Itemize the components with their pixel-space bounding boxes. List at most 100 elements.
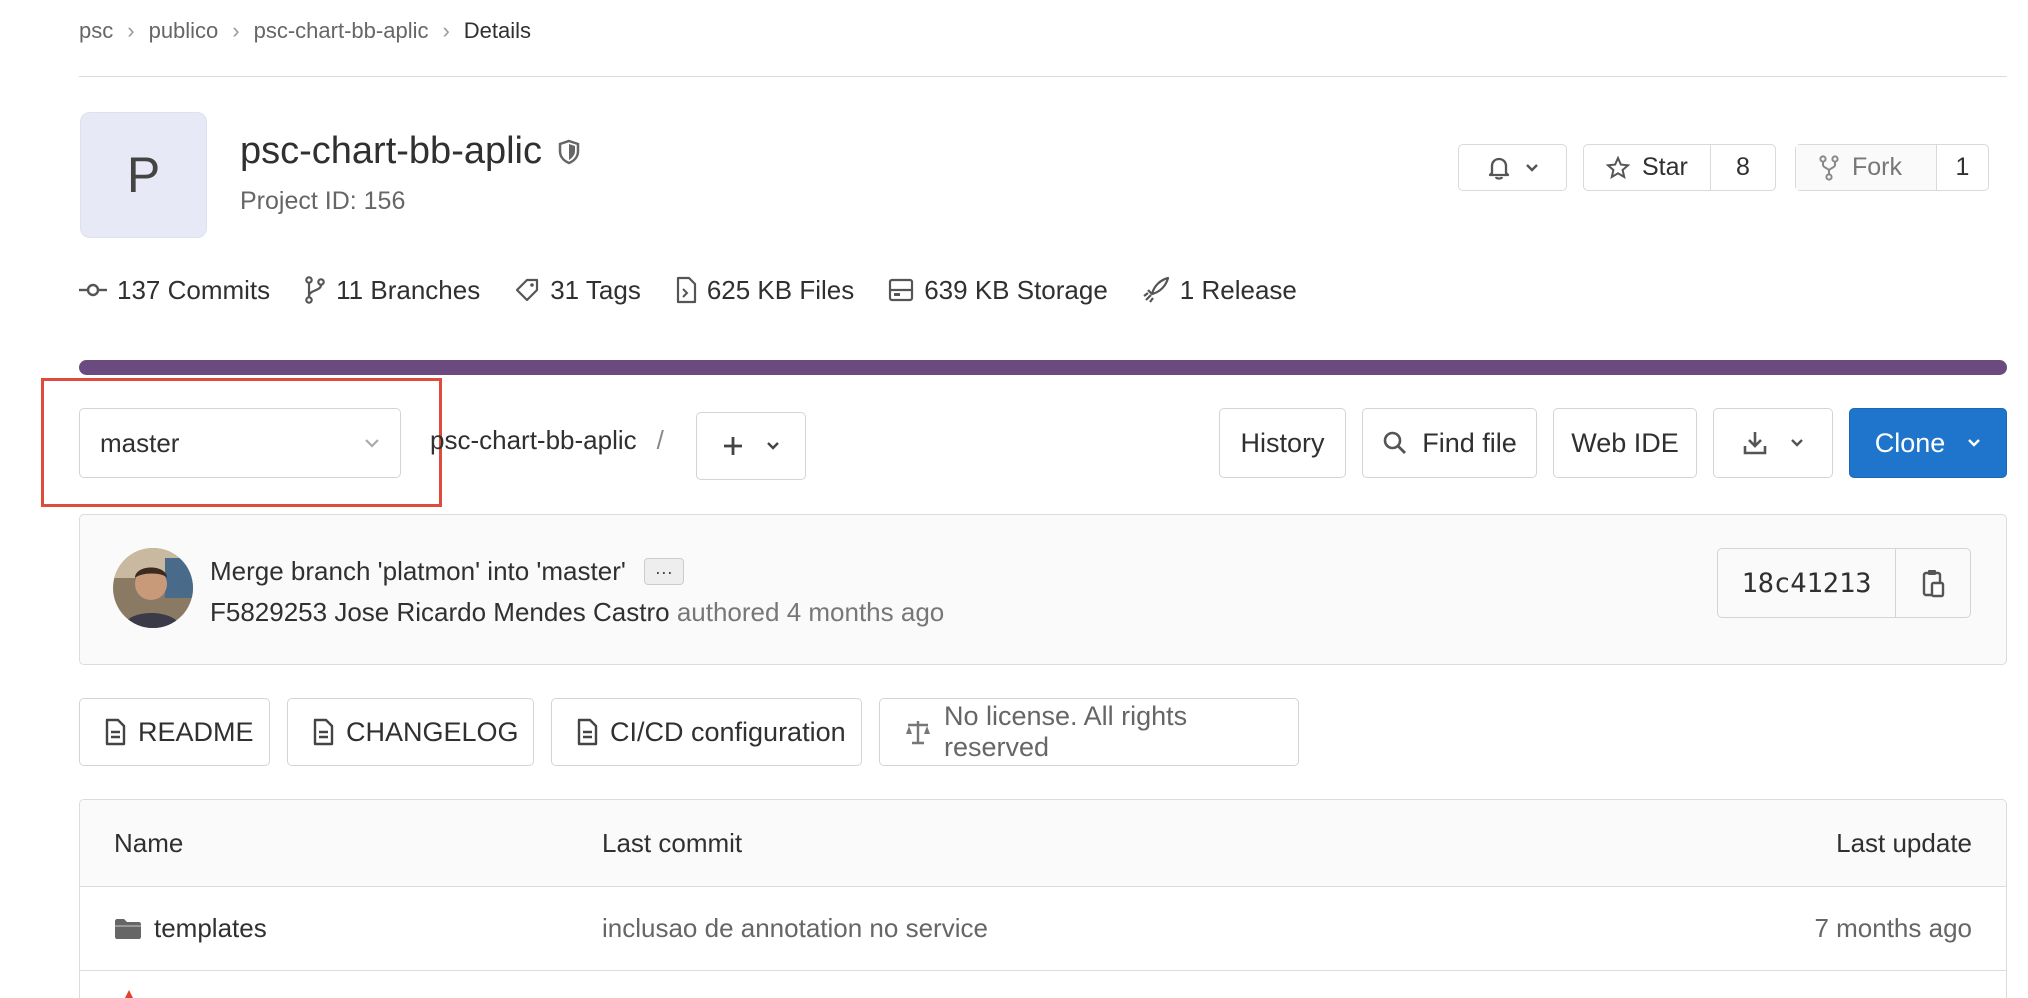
- file-type-icon: [118, 984, 140, 998]
- readme-button[interactable]: README: [79, 698, 270, 766]
- file-last-commit[interactable]: inclusao de annotation no service: [602, 913, 988, 944]
- column-header-name: Name: [114, 827, 184, 858]
- commit-author[interactable]: F5829253 Jose Ricardo Mendes Castro: [210, 597, 670, 627]
- breadcrumb-link-psc[interactable]: psc: [79, 18, 113, 44]
- project-id: Project ID: 156: [240, 187, 406, 215]
- chevron-right-icon: ›: [127, 18, 135, 43]
- star-label-area[interactable]: Star: [1584, 145, 1711, 190]
- breadcrumb-link-project[interactable]: psc-chart-bb-aplic: [254, 18, 429, 44]
- copy-sha-button[interactable]: [1896, 549, 1970, 617]
- breadcrumb: psc › publico › psc-chart-bb-aplic › Det…: [79, 14, 531, 48]
- commit-sha-group: 18c41213: [1717, 548, 1971, 618]
- highlight-box: [41, 378, 442, 507]
- web-ide-button[interactable]: Web IDE: [1553, 408, 1697, 478]
- clipboard-icon: [1921, 568, 1945, 598]
- chevron-down-icon: [1790, 438, 1804, 448]
- chevron-down-icon: [1525, 163, 1539, 173]
- chevron-right-icon: ›: [232, 18, 240, 43]
- fork-count[interactable]: 1: [1937, 153, 1988, 182]
- add-file-dropdown[interactable]: [696, 412, 806, 480]
- find-file-label: Find file: [1422, 427, 1517, 458]
- find-file-button[interactable]: Find file: [1362, 408, 1537, 478]
- star-count[interactable]: 8: [1711, 153, 1775, 182]
- stat-files[interactable]: 625 KB Files: [675, 275, 854, 306]
- chevron-down-icon: [766, 441, 780, 451]
- stat-files-label: 625 KB Files: [706, 274, 855, 305]
- table-row[interactable]: [80, 972, 2006, 998]
- history-button[interactable]: History: [1219, 408, 1346, 478]
- star-button[interactable]: Star 8: [1583, 144, 1776, 191]
- cicd-label: CI/CD configuration: [610, 716, 846, 747]
- breadcrumb-current[interactable]: Details: [464, 18, 531, 44]
- stat-releases-label: 1 Release: [1179, 274, 1297, 305]
- path-separator: /: [656, 425, 664, 455]
- stat-storage[interactable]: 639 KB Storage: [888, 275, 1108, 306]
- divider: [79, 76, 2007, 77]
- commit-icon: [79, 281, 107, 299]
- document-icon: [312, 718, 334, 746]
- fork-button[interactable]: Fork 1: [1795, 144, 1989, 191]
- license-button[interactable]: No license. All rights reserved: [879, 698, 1299, 766]
- download-icon: [1742, 430, 1768, 456]
- avatar[interactable]: [113, 548, 193, 628]
- commit-title[interactable]: Merge branch 'platmon' into 'master': [210, 556, 626, 587]
- file-icon: [675, 276, 697, 304]
- shield-icon: [558, 139, 580, 165]
- commit-message-row: Merge branch 'platmon' into 'master' ···: [210, 556, 684, 587]
- document-icon: [104, 718, 126, 746]
- download-dropdown[interactable]: [1713, 408, 1833, 478]
- column-header-last-update: Last update: [1836, 827, 1972, 858]
- fork-icon: [1818, 154, 1840, 181]
- table-row[interactable]: templates inclusao de annotation no serv…: [80, 887, 2006, 971]
- star-label: Star: [1642, 153, 1688, 181]
- chevron-right-icon: ›: [442, 18, 450, 43]
- branch-icon: [304, 276, 326, 304]
- bell-icon: [1487, 155, 1511, 181]
- column-header-last-commit: Last commit: [602, 827, 743, 858]
- breadcrumb-link-publico[interactable]: publico: [149, 18, 219, 44]
- project-name: psc-chart-bb-aplic: [240, 130, 542, 172]
- expand-commit-button[interactable]: ···: [643, 558, 684, 585]
- table-header: Name Last commit Last update: [80, 800, 2006, 887]
- stat-releases[interactable]: 1 Release: [1142, 275, 1297, 306]
- file-name-cell[interactable]: templates: [114, 913, 267, 944]
- file-table: Name Last commit Last update templates i…: [79, 799, 2007, 998]
- stat-branches[interactable]: 11 Branches: [304, 275, 480, 306]
- plus-icon: [722, 435, 744, 457]
- project-avatar-letter: P: [126, 147, 161, 203]
- document-icon: [576, 718, 598, 746]
- license-label: No license. All rights reserved: [944, 701, 1188, 762]
- page-title: psc-chart-bb-aplic: [240, 130, 580, 173]
- repo-path: psc-chart-bb-aplic /: [430, 425, 664, 456]
- file-last-update: 7 months ago: [1814, 913, 1972, 943]
- clone-button[interactable]: Clone: [1849, 408, 2007, 478]
- clone-label: Clone: [1874, 427, 1946, 458]
- path-root[interactable]: psc-chart-bb-aplic: [430, 425, 637, 456]
- scale-icon: [904, 718, 932, 746]
- commit-sha[interactable]: 18c41213: [1718, 549, 1896, 617]
- storage-icon: [888, 278, 914, 302]
- project-avatar[interactable]: P: [80, 112, 207, 238]
- stat-tags-label: 31 Tags: [550, 274, 641, 305]
- readme-label: README: [138, 716, 254, 747]
- stat-tags[interactable]: 31 Tags: [514, 275, 641, 306]
- stat-commits[interactable]: 137 Commits: [79, 275, 270, 306]
- cicd-config-button[interactable]: CI/CD configuration: [551, 698, 862, 766]
- stat-commits-label: 137 Commits: [117, 274, 271, 305]
- stat-branches-label: 11 Branches: [336, 274, 481, 305]
- web-ide-label: Web IDE: [1571, 427, 1679, 458]
- chevron-down-icon: [1967, 438, 1981, 448]
- folder-icon: [114, 918, 142, 940]
- fork-label-area[interactable]: Fork: [1796, 145, 1937, 190]
- project-stats: 137 Commits 11 Branches 31 Tags 625 KB F…: [79, 268, 1297, 312]
- notification-button[interactable]: [1458, 144, 1567, 191]
- tag-icon: [514, 277, 540, 303]
- changelog-label: CHANGELOG: [346, 716, 519, 747]
- history-label: History: [1240, 427, 1325, 458]
- fork-label: Fork: [1852, 153, 1902, 181]
- star-icon: [1606, 155, 1630, 180]
- search-icon: [1382, 430, 1408, 456]
- changelog-button[interactable]: CHANGELOG: [287, 698, 534, 766]
- language-bar: [79, 360, 2007, 375]
- rocket-icon: [1142, 276, 1170, 304]
